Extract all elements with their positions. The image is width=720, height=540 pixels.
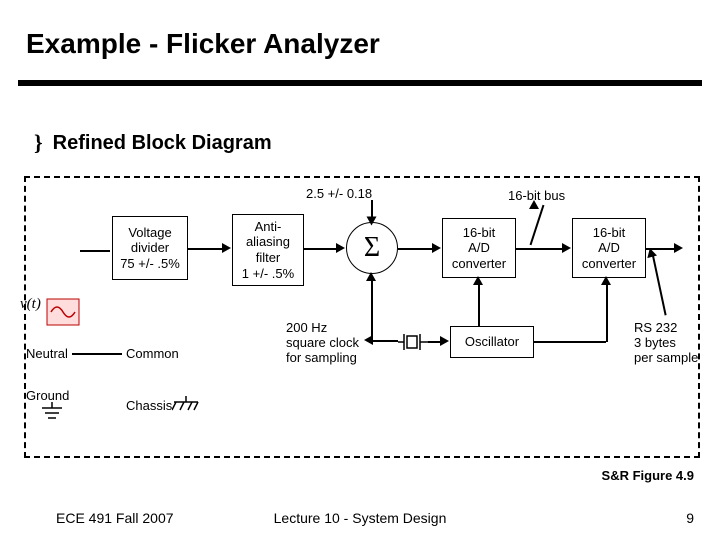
- oscillator-block: Oscillator: [450, 326, 534, 358]
- adc1-block: 16-bit A/D converter: [442, 218, 516, 278]
- title-rule: [18, 80, 702, 86]
- anti-aliasing-block: Anti- aliasing filter 1 +/- .5%: [232, 214, 304, 286]
- chassis-icon: [172, 396, 200, 416]
- gain-label: 2.5 +/- 0.18: [306, 186, 372, 201]
- sigma-block: Σ: [346, 222, 398, 274]
- clock-label: 200 Hz square clock for sampling: [286, 320, 359, 365]
- source-icon: [46, 298, 80, 342]
- footer-left: ECE 491 Fall 2007: [56, 510, 174, 526]
- vt-label: v(t): [20, 296, 41, 313]
- voltage-divider-block: Voltage divider 75 +/- .5%: [112, 216, 188, 280]
- neutral-label: Neutral: [26, 346, 68, 361]
- bullet-icon: }: [34, 130, 43, 156]
- rs232-label: RS 232 3 bytes per sample: [634, 320, 698, 365]
- bullet-row: } Refined Block Diagram: [34, 130, 272, 156]
- footer-center: Lecture 10 - System Design: [274, 510, 447, 526]
- citation: S&R Figure 4.9: [602, 468, 694, 483]
- ground-label: Ground: [26, 388, 69, 403]
- earth-icon: [40, 402, 64, 424]
- bullet-text: Refined Block Diagram: [53, 132, 272, 155]
- adc2-block: 16-bit A/D converter: [572, 218, 646, 278]
- crystal-icon: [398, 332, 428, 352]
- common-label: Common: [126, 346, 179, 361]
- chassis-label: Chassis: [126, 398, 172, 413]
- page-title: Example - Flicker Analyzer: [26, 28, 380, 60]
- footer-right: 9: [686, 510, 694, 526]
